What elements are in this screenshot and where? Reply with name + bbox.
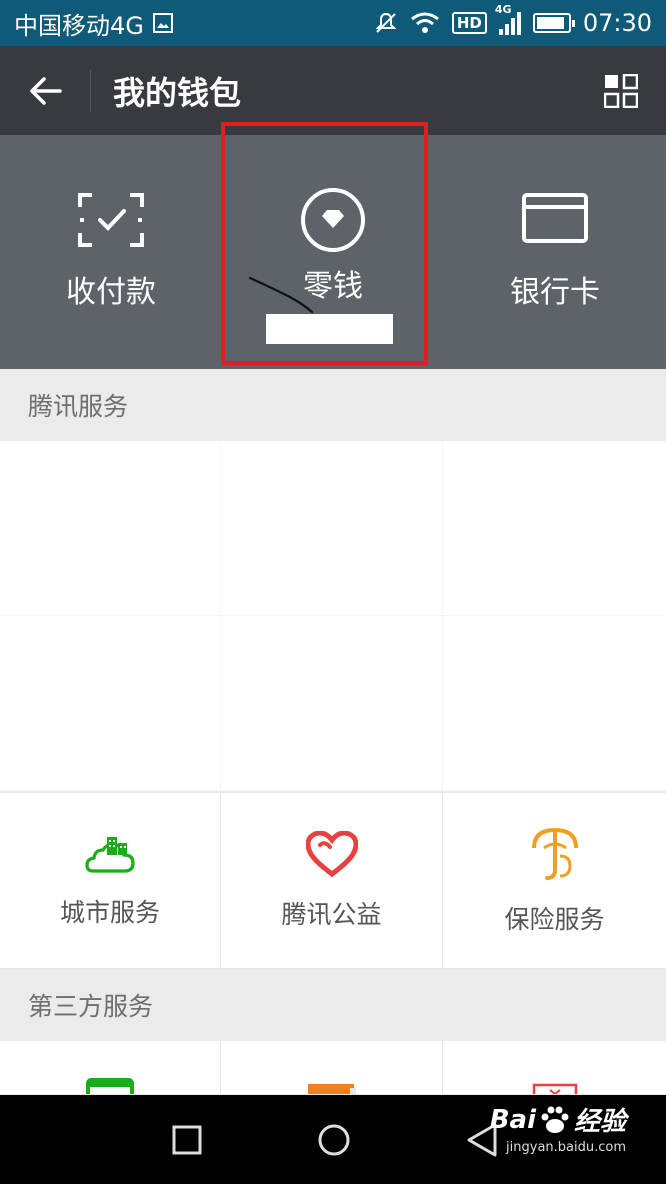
blank-cell xyxy=(0,616,221,791)
cell-signal-icon: 4G xyxy=(495,3,521,35)
home-button[interactable] xyxy=(308,1095,360,1184)
status-bar: 中国移动4G HD 4G 07:30 xyxy=(0,0,666,46)
tencent-services-blank-grid xyxy=(0,441,666,791)
blank-cell xyxy=(0,441,221,616)
third-party-item[interactable] xyxy=(0,1041,221,1095)
third-party-item[interactable] xyxy=(221,1041,443,1095)
insurance-label: 保险服务 xyxy=(504,904,605,934)
battery-icon xyxy=(532,13,575,33)
bank-card-label: 银行卡 xyxy=(510,275,600,310)
charity-item[interactable]: 腾讯公益 xyxy=(221,793,443,969)
third-party-app-icon xyxy=(307,1084,356,1094)
third-party-title: 第三方服务 xyxy=(28,992,154,1021)
third-party-grid xyxy=(0,1041,666,1095)
more-menu-button[interactable] xyxy=(576,46,666,135)
insurance-item[interactable]: 保险服务 xyxy=(443,793,666,969)
city-service-label: 城市服务 xyxy=(59,897,160,927)
hd-badge: HD xyxy=(451,12,487,34)
tencent-services-title: 腾讯服务 xyxy=(28,392,129,421)
clock-label: 07:30 xyxy=(582,9,652,37)
bank-card-button[interactable]: 银行卡 xyxy=(444,135,666,369)
third-party-header: 第三方服务 xyxy=(0,969,666,1041)
gallery-notification-icon xyxy=(152,13,173,33)
baidu-watermark: Bai 经验 jingyan.baidu.com xyxy=(489,1101,626,1156)
receive-pay-button[interactable]: 收付款 xyxy=(0,135,222,369)
wifi-icon xyxy=(410,12,439,33)
third-party-app-icon xyxy=(532,1083,577,1094)
blank-cell xyxy=(443,616,666,791)
scan-pay-icon xyxy=(78,193,144,247)
watermark-url: jingyan.baidu.com xyxy=(506,1140,626,1155)
third-party-item[interactable] xyxy=(443,1041,666,1095)
circle-home-icon xyxy=(318,1124,350,1155)
back-arrow-icon xyxy=(30,76,62,105)
charity-label: 腾讯公益 xyxy=(281,899,382,929)
watermark-suffix: 经验 xyxy=(573,1107,626,1137)
network-type-label: 4G xyxy=(494,3,512,16)
square-recents-icon xyxy=(172,1125,202,1154)
highlight-box xyxy=(221,122,428,365)
charity-heart-icon xyxy=(305,830,358,877)
tencent-services-header: 腾讯服务 xyxy=(0,369,666,441)
screen: 中国移动4G HD 4G 07:30 我的钱包 收付款 零钱 银行卡 腾讯服务 … xyxy=(0,0,666,1184)
blank-cell xyxy=(443,441,666,616)
blank-cell xyxy=(221,616,443,791)
blank-cell xyxy=(221,441,443,616)
grid-menu-icon xyxy=(604,73,638,108)
paw-icon xyxy=(541,1106,569,1133)
city-service-item[interactable]: 城市服务 xyxy=(0,793,221,969)
bank-card-icon xyxy=(522,193,588,243)
carrier-label: 中国移动4G xyxy=(14,11,144,40)
back-button[interactable] xyxy=(0,46,90,135)
title-divider xyxy=(90,69,91,112)
city-service-icon xyxy=(85,836,135,873)
receive-pay-label: 收付款 xyxy=(66,275,156,310)
mute-icon xyxy=(375,12,397,33)
recents-button[interactable] xyxy=(162,1095,212,1184)
page-title: 我的钱包 xyxy=(113,73,242,112)
system-nav-bar: Bai 经验 jingyan.baidu.com xyxy=(0,1095,666,1184)
third-party-app-icon xyxy=(86,1078,134,1094)
tencent-services-grid: 城市服务 腾讯公益 保险服务 xyxy=(0,792,666,969)
insurance-umbrella-icon xyxy=(531,827,578,880)
watermark-brand: Bai xyxy=(489,1104,536,1135)
